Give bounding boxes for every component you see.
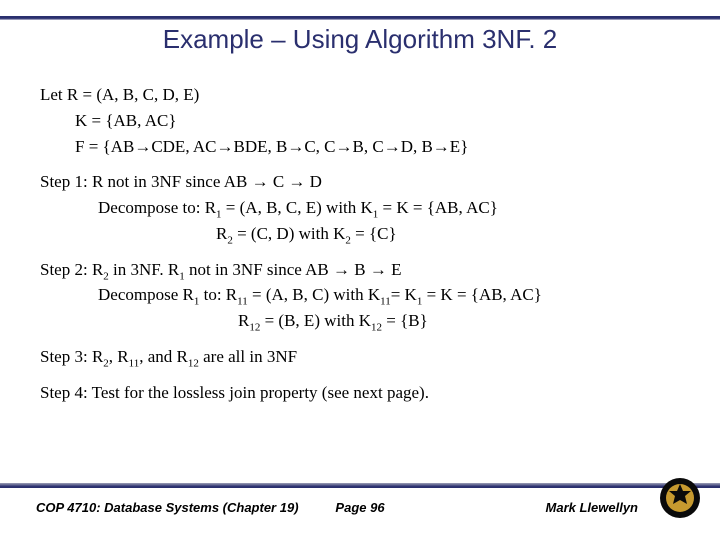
step1-line1: Step 1: R not in 3NF since AB → C → D	[40, 171, 680, 193]
slide: Example – Using Algorithm 3NF. 2 Let R =…	[0, 0, 720, 540]
ucf-logo-icon	[658, 476, 702, 520]
text: = K	[391, 285, 417, 304]
let-r: Let R = (A, B, C, D, E)	[40, 84, 680, 106]
text: Decompose R	[98, 285, 194, 304]
sub: 12	[371, 321, 382, 333]
text: Step 3: R	[40, 347, 103, 366]
sub: 11	[237, 296, 248, 308]
slide-title: Example – Using Algorithm 3NF. 2	[0, 24, 720, 55]
text: in 3NF. R	[109, 260, 179, 279]
text: = {C}	[351, 224, 397, 243]
sub: 12	[188, 357, 199, 369]
step2: Step 2: R2 in 3NF. R1 not in 3NF since A…	[40, 259, 680, 332]
sub: 11	[380, 296, 391, 308]
text: not in 3NF since AB → B → E	[185, 260, 402, 279]
slide-content: Let R = (A, B, C, D, E) K = {AB, AC} F =…	[40, 84, 680, 407]
top-rule	[0, 16, 720, 20]
text: Decompose to: R	[98, 198, 216, 217]
text: = K = {AB, AC}	[378, 198, 498, 217]
step1-line3: R2 = (C, D) with K2 = {C}	[40, 223, 680, 245]
text: = (C, D) with K	[233, 224, 346, 243]
text: , and R	[139, 347, 188, 366]
text: = (B, E) with K	[260, 311, 371, 330]
text: = {B}	[382, 311, 428, 330]
footer: COP 4710: Database Systems (Chapter 19) …	[0, 488, 720, 526]
text: are all in 3NF	[199, 347, 297, 366]
step3-line: Step 3: R2, R11, and R12 are all in 3NF	[40, 346, 680, 368]
text: Step 2: R	[40, 260, 103, 279]
text: = K = {AB, AC}	[422, 285, 542, 304]
let-f: F = {AB→CDE, AC→BDE, B→C, C→B, C→D, B→E}	[40, 136, 680, 158]
text: R	[238, 311, 249, 330]
step1-line2: Decompose to: R1 = (A, B, C, E) with K1 …	[40, 197, 680, 219]
text: to: R	[199, 285, 237, 304]
text: = (A, B, C) with K	[248, 285, 380, 304]
step2-line1: Step 2: R2 in 3NF. R1 not in 3NF since A…	[40, 259, 680, 281]
step3: Step 3: R2, R11, and R12 are all in 3NF	[40, 346, 680, 368]
step1: Step 1: R not in 3NF since AB → C → D De…	[40, 171, 680, 244]
footer-author: Mark Llewellyn	[546, 500, 638, 515]
step4-line: Step 4: Test for the lossless join prope…	[40, 382, 680, 404]
step2-line2: Decompose R1 to: R11 = (A, B, C) with K1…	[40, 284, 680, 306]
sub: 12	[249, 321, 260, 333]
step2-line3: R12 = (B, E) with K12 = {B}	[40, 310, 680, 332]
sub: 11	[129, 357, 140, 369]
let-k: K = {AB, AC}	[40, 110, 680, 132]
text: = (A, B, C, E) with K	[222, 198, 373, 217]
text: , R	[109, 347, 129, 366]
step4: Step 4: Test for the lossless join prope…	[40, 382, 680, 404]
text: R	[216, 224, 227, 243]
